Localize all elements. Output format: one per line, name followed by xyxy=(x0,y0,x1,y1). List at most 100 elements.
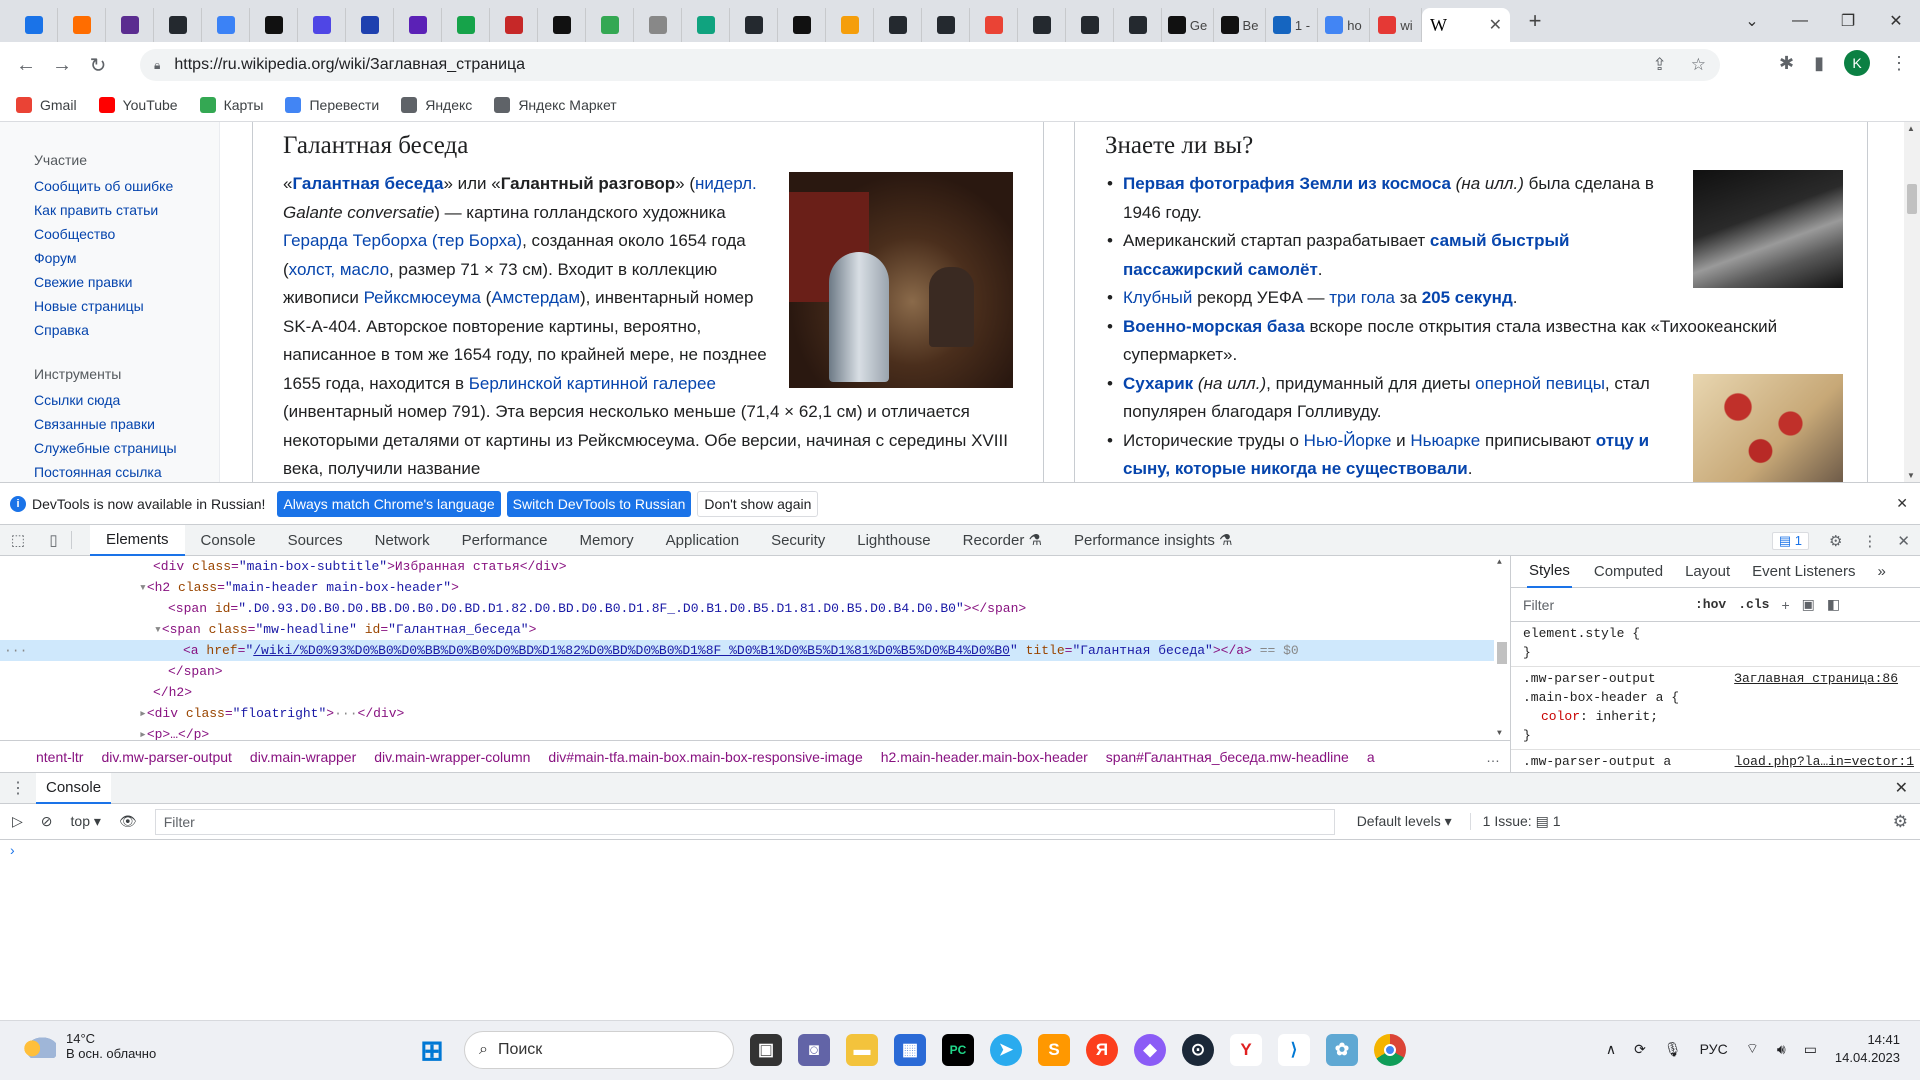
sync-icon[interactable]: ⟳ xyxy=(1634,1041,1646,1058)
proton-icon[interactable]: ◆ xyxy=(1134,1034,1166,1066)
log-levels-dropdown[interactable]: Default levels ▾ xyxy=(1357,813,1452,830)
breadcrumb-more-icon[interactable]: … xyxy=(1486,749,1500,765)
issues-badge[interactable]: ▤ 1 xyxy=(1771,531,1809,550)
toggle-sidebar-icon[interactable]: ◧ xyxy=(1827,596,1840,613)
weather-widget[interactable]: 14°C В осн. облачно xyxy=(22,1031,156,1061)
breadcrumb-item[interactable]: h2.main-header.main-box-header xyxy=(881,749,1088,765)
cls-toggle[interactable]: .cls xyxy=(1738,597,1769,612)
taskbar-search[interactable]: ⌕ Поиск xyxy=(464,1031,734,1069)
device-toolbar-icon[interactable]: ▯ xyxy=(36,531,72,549)
tab-9[interactable] xyxy=(442,8,490,42)
vscode-icon[interactable]: ⟩ xyxy=(1278,1034,1310,1066)
close-tab-icon[interactable]: ✕ xyxy=(1489,15,1502,35)
wifi-icon[interactable]: ⌔ xyxy=(1746,1040,1759,1058)
breadcrumb-item[interactable]: span#Галантная_беседа.mw-headline xyxy=(1106,749,1349,765)
console-filter-input[interactable]: Filter xyxy=(154,808,1335,835)
bookmark-1[interactable]: YouTube xyxy=(98,96,178,113)
teams-chat-icon[interactable]: ◙ xyxy=(798,1034,830,1066)
tab-20[interactable] xyxy=(970,8,1018,42)
breadcrumb-item[interactable]: div#main-tfa.main-box.main-box-responsiv… xyxy=(548,749,862,765)
close-window-button[interactable]: ✕ xyxy=(1872,11,1920,31)
forward-icon[interactable]: → xyxy=(44,54,80,77)
tab-27[interactable]: ho xyxy=(1318,8,1370,42)
href-link[interactable]: /wiki/%D0%93%D0%B0%D0%BB%D0%B0%D0%BD%D1%… xyxy=(253,643,1010,658)
show-hidden-icons-icon[interactable]: ∧ xyxy=(1606,1041,1616,1058)
hov-toggle[interactable]: :hov xyxy=(1695,597,1726,612)
tab-2[interactable] xyxy=(106,8,154,42)
tab-15[interactable] xyxy=(730,8,778,42)
more-options-icon[interactable]: ⋮ xyxy=(1862,532,1877,550)
reload-icon[interactable]: ↻ xyxy=(80,53,116,78)
devtools-tab-9[interactable]: Recorder ⚗ xyxy=(947,525,1058,556)
style-rule-header-link[interactable]: Заглавная_страница:86 .mw-parser-output .m… xyxy=(1511,667,1920,750)
tab-18[interactable] xyxy=(874,8,922,42)
breadcrumb-item[interactable]: div.main-wrapper xyxy=(250,749,356,765)
medium-link[interactable]: холст, масло xyxy=(289,260,389,279)
url-text[interactable]: https://ru.wikipedia.org/wiki/Заглавная_… xyxy=(174,56,525,74)
switch-to-russian-button[interactable]: Switch DevTools to Russian xyxy=(506,490,692,517)
devtools-tab-1[interactable]: Console xyxy=(185,525,272,556)
task-view-icon[interactable]: ▣ xyxy=(750,1034,782,1066)
input-language[interactable]: РУС xyxy=(1700,1041,1728,1057)
chrome-icon[interactable] xyxy=(1374,1034,1406,1066)
profile-avatar[interactable]: K xyxy=(1844,50,1870,76)
breadcrumb-item[interactable]: a xyxy=(1367,749,1375,765)
bookmark-0[interactable]: Gmail xyxy=(16,96,77,113)
dom-node-selected[interactable]: ··· <a href="/wiki/%D0%93%D0%B0%D0%BB%D0%… xyxy=(0,640,1500,661)
tab-28[interactable]: wi xyxy=(1370,8,1422,42)
console-output[interactable]: › xyxy=(0,840,1920,1020)
artist-link[interactable]: Герарда Терборха (тер Борха) xyxy=(283,231,522,250)
dom-node[interactable]: </h2> xyxy=(153,682,1510,703)
devtools-tab-10[interactable]: Performance insights ⚗ xyxy=(1058,525,1249,556)
inspect-element-icon[interactable]: ⬚ xyxy=(0,531,36,549)
sublime-text-icon[interactable]: S xyxy=(1038,1034,1070,1066)
sidebar-link[interactable]: Как править статьи xyxy=(34,198,219,222)
tab-16[interactable] xyxy=(778,8,826,42)
devtools-tab-3[interactable]: Network xyxy=(359,525,446,556)
devtools-tab-2[interactable]: Sources xyxy=(272,525,359,556)
tab-21[interactable] xyxy=(1018,8,1066,42)
sidebar-link[interactable]: Постоянная ссылка xyxy=(34,460,219,482)
tab-26[interactable]: 1 - xyxy=(1266,8,1318,42)
always-match-language-button[interactable]: Always match Chrome's language xyxy=(277,490,501,517)
sidebar-link[interactable]: Ссылки сюда xyxy=(34,388,219,412)
tab-5[interactable] xyxy=(250,8,298,42)
tab-13[interactable] xyxy=(634,8,682,42)
computed-sidebar-icon[interactable]: ▣ xyxy=(1802,596,1815,613)
lock-icon[interactable]: 🔒︎ xyxy=(154,58,160,73)
scroll-up-icon[interactable]: ▲ xyxy=(1907,124,1915,133)
tab-1[interactable] xyxy=(58,8,106,42)
dom-node[interactable]: ▾<h2 class="main-header main-box-header"… xyxy=(139,577,1510,598)
microsoft-store-icon[interactable]: ▦ xyxy=(894,1034,926,1066)
styles-filter-input[interactable]: Filter xyxy=(1523,597,1683,613)
devtools-tab-8[interactable]: Lighthouse xyxy=(841,525,946,556)
rule-source-link[interactable]: Заглавная_страница:86 xyxy=(1734,669,1898,688)
minimize-button[interactable]: — xyxy=(1776,12,1824,30)
maps-app-icon[interactable]: ✿ xyxy=(1326,1034,1358,1066)
tab-console-drawer[interactable]: Console xyxy=(36,772,112,804)
styles-tab-4[interactable]: » xyxy=(1878,563,1886,580)
scroll-down-icon[interactable]: ▼ xyxy=(1907,471,1915,480)
bookmark-2[interactable]: Карты xyxy=(199,96,263,113)
rule-source-link[interactable]: load.php?la…in=vector:1 xyxy=(1735,752,1914,771)
close-infobar-icon[interactable]: ✕ xyxy=(1896,495,1908,512)
styles-tab-1[interactable]: Computed xyxy=(1594,563,1663,580)
tab-14[interactable] xyxy=(682,8,730,42)
sidebar-link[interactable]: Свежие правки xyxy=(34,270,219,294)
file-explorer-icon[interactable]: ▬ xyxy=(846,1034,878,1066)
tab-4[interactable] xyxy=(202,8,250,42)
console-sidebar-icon[interactable]: ▷ xyxy=(12,813,23,830)
tab-24[interactable]: Ge xyxy=(1162,8,1214,42)
yandex-browser-icon[interactable]: Y xyxy=(1230,1034,1262,1066)
new-tab-button[interactable]: + xyxy=(1520,8,1550,34)
close-drawer-icon[interactable]: ✕ xyxy=(1895,778,1908,798)
page-scrollbar[interactable]: ▲ ▼ xyxy=(1904,122,1920,482)
clear-console-icon[interactable]: ⊘ xyxy=(41,813,53,830)
new-rule-icon[interactable]: + xyxy=(1781,597,1789,613)
tab-7[interactable] xyxy=(346,8,394,42)
tab-search-button[interactable]: ⌄ xyxy=(1728,11,1776,31)
devtools-tab-6[interactable]: Application xyxy=(650,525,755,556)
yandex-icon[interactable]: Я xyxy=(1086,1034,1118,1066)
drawer-menu-icon[interactable]: ⋮ xyxy=(0,778,36,798)
sidebar-link[interactable]: Новые страницы xyxy=(34,294,219,318)
